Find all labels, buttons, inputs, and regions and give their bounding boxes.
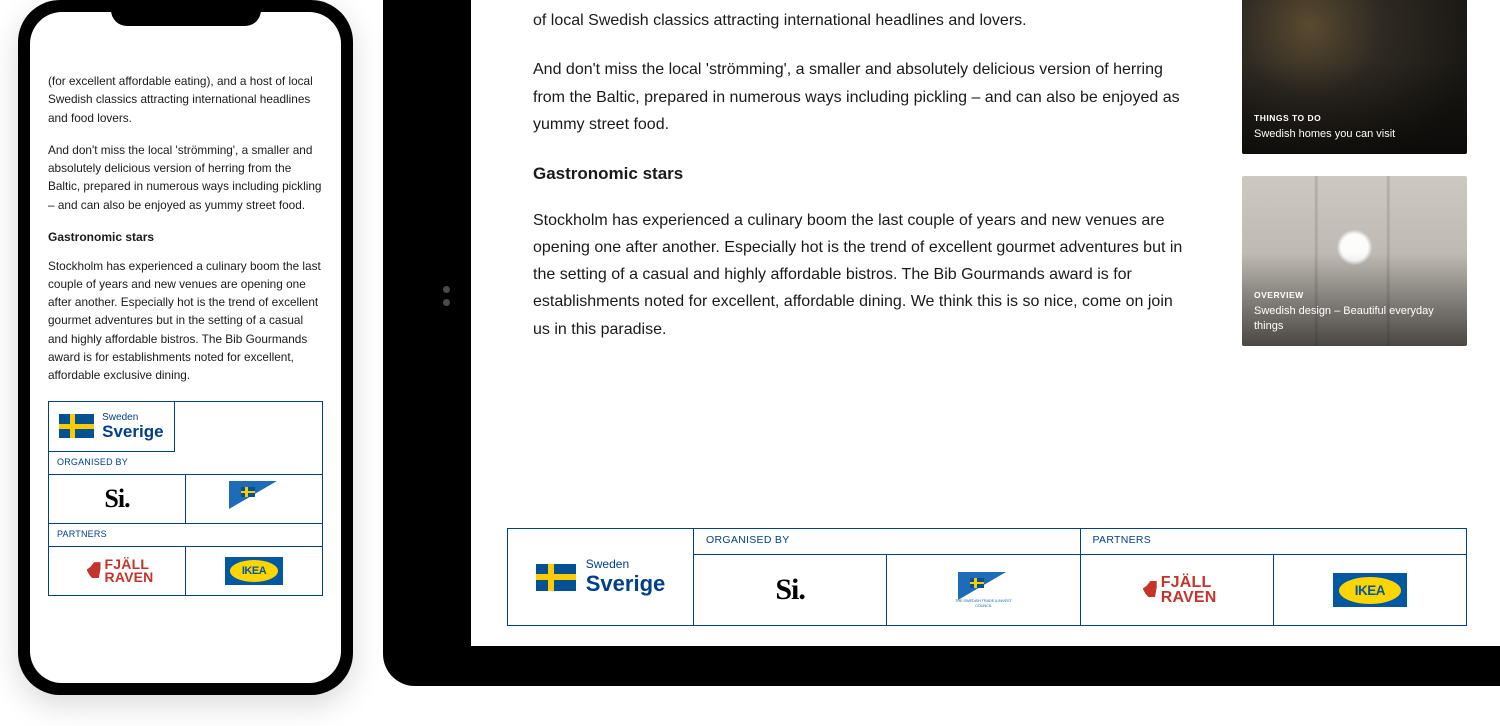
article-paragraph: And don't miss the local 'strömming', a … xyxy=(533,56,1194,138)
fox-icon xyxy=(1137,579,1157,601)
card-title: Swedish design – Beautiful everyday thin… xyxy=(1254,304,1455,334)
card-category: OVERVIEW xyxy=(1254,290,1455,300)
business-sweden-logo-cell[interactable]: THE SWEDISH TRADE & INVEST COUNCIL xyxy=(887,555,1079,625)
card-category: THINGS TO DO xyxy=(1254,113,1455,123)
brand-line-1: Sweden xyxy=(586,558,666,571)
article-cutoff-line: restaurants, Bib Gourmands (for excellen… xyxy=(533,0,1194,5)
mobile-screen: (for excellent affordable eating), and a… xyxy=(30,12,341,683)
footer: Sweden Sverige ORGANISED BY Si. THE SWED… xyxy=(507,528,1467,626)
mobile-device-frame: (for excellent affordable eating), and a… xyxy=(18,0,353,695)
partners-section: PARTNERS FJÄLLRAVEN IKEA xyxy=(1081,529,1467,625)
sweden-brand[interactable]: Sweden Sverige xyxy=(508,529,694,625)
brand-text: Sweden Sverige xyxy=(586,558,666,595)
ikea-logo-cell[interactable]: IKEA xyxy=(1274,555,1466,625)
organised-by-section: ORGANISED BY Si. THE SWEDISH TRADE & INV… xyxy=(694,529,1081,625)
partner-logos: FJÄLLRAVEN IKEA xyxy=(49,547,322,595)
ikea-logo: IKEA xyxy=(1333,573,1407,607)
partner-logos: FJÄLLRAVEN IKEA xyxy=(1081,555,1467,625)
nav-dots xyxy=(443,286,450,306)
card-title: Swedish homes you can visit xyxy=(1254,127,1455,142)
footer: Sweden Sverige ORGANISED BY Si. xyxy=(48,401,323,597)
mobile-article: (for excellent affordable eating), and a… xyxy=(30,12,341,614)
ikea-text: IKEA xyxy=(1339,577,1401,604)
si-logo-cell[interactable]: Si. xyxy=(694,555,887,625)
fjallraven-logo: FJÄLLRAVEN xyxy=(81,558,154,585)
article-heading: Gastronomic stars xyxy=(48,228,323,247)
organised-by-logos: Si. xyxy=(49,475,322,524)
business-sweden-logo xyxy=(223,481,285,517)
brand-line-2: Sverige xyxy=(586,572,666,596)
brand-line-2: Sverige xyxy=(102,423,163,442)
sweden-flag-icon xyxy=(536,564,576,591)
si-logo: Si. xyxy=(104,479,129,519)
organised-by-label: ORGANISED BY xyxy=(49,452,322,475)
dot-icon xyxy=(443,286,450,293)
desktop-device-frame: restaurants, Bib Gourmands (for excellen… xyxy=(383,0,1500,686)
article-paragraph: of local Swedish classics attracting int… xyxy=(533,7,1194,34)
si-logo: Si. xyxy=(775,573,805,607)
organised-by-logos: Si. THE SWEDISH TRADE & INVEST COUNCIL xyxy=(694,555,1080,625)
dot-icon xyxy=(443,299,450,306)
ikea-logo: IKEA xyxy=(225,557,283,585)
partners-label: PARTNERS xyxy=(1081,529,1467,555)
article-paragraph: Stockholm has experienced a culinary boo… xyxy=(48,257,323,385)
article-paragraph: Stockholm has experienced a culinary boo… xyxy=(533,207,1194,343)
brand-line-1: Sweden xyxy=(102,412,163,423)
fjallraven-logo: FJÄLLRAVEN xyxy=(1137,575,1217,605)
business-sweden-caption: THE SWEDISH TRADE & INVEST COUNCIL xyxy=(952,598,1014,608)
ikea-text: IKEA xyxy=(230,560,278,582)
article-paragraph: (for excellent affordable eating), and a… xyxy=(48,72,323,127)
organised-by-label: ORGANISED BY xyxy=(694,529,1080,555)
phone-notch xyxy=(111,0,261,26)
fjallraven-logo-cell[interactable]: FJÄLLRAVEN xyxy=(1081,555,1274,625)
si-logo-cell[interactable]: Si. xyxy=(49,475,186,523)
business-sweden-logo: THE SWEDISH TRADE & INVEST COUNCIL xyxy=(952,572,1014,608)
business-sweden-logo-cell[interactable] xyxy=(186,475,322,523)
fjallraven-logo-cell[interactable]: FJÄLLRAVEN xyxy=(49,547,186,595)
sidebar-card-overview[interactable]: OVERVIEW Swedish design – Beautiful ever… xyxy=(1242,176,1467,346)
ikea-logo-cell[interactable]: IKEA xyxy=(186,547,322,595)
sidebar-card-things-to-do[interactable]: THINGS TO DO Swedish homes you can visit xyxy=(1242,0,1467,154)
fox-icon xyxy=(81,560,101,582)
desktop-screen: restaurants, Bib Gourmands (for excellen… xyxy=(471,0,1500,646)
sweden-flag-icon xyxy=(59,414,94,438)
article-paragraph: And don't miss the local 'strömming', a … xyxy=(48,141,323,214)
sweden-brand[interactable]: Sweden Sverige xyxy=(49,402,175,453)
article-heading: Gastronomic stars xyxy=(533,160,1194,189)
brand-text: Sweden Sverige xyxy=(102,412,163,442)
partners-label: PARTNERS xyxy=(49,524,322,547)
